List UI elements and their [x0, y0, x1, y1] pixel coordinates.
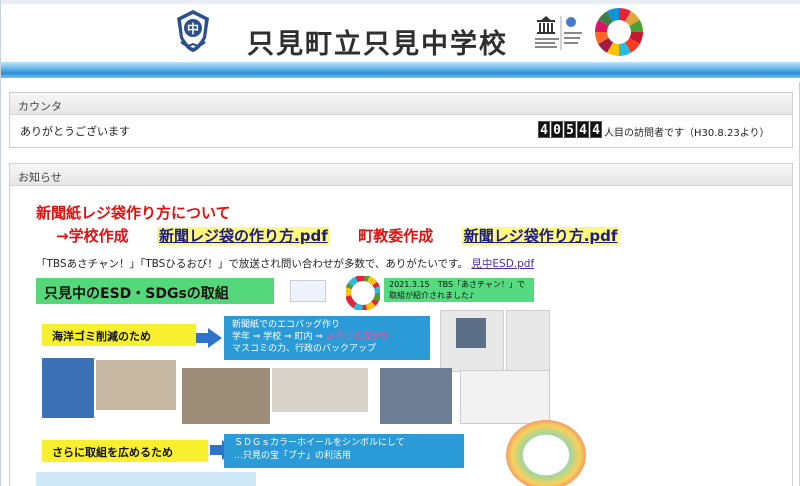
counter-digit: 4 — [577, 121, 589, 138]
school-name: 只見町立只見中学校 — [247, 29, 508, 60]
poster-photo-4 — [380, 368, 452, 424]
unesco-logo-icon — [535, 16, 582, 50]
news-note: 「TBSあさチャン！」「TBSひるおび！」で放送され問い合わせが多数で、ありがた… — [36, 258, 469, 270]
poster-ocean-label: 海洋ゴミ削減のため — [52, 330, 151, 343]
header-banner[interactable]: 中 只見町立只見中学校 — [161, 4, 643, 62]
poster-more-band: さらに取組を広めるため — [42, 440, 208, 462]
esd-pdf-link[interactable]: 見中ESD.pdf — [471, 258, 534, 270]
counter-heading: カウンタ — [10, 93, 792, 115]
page: 中 只見町立只見中学校 カウンタ ありがとうございます 4 0 5 4 4 人目… — [0, 0, 800, 486]
visitor-counter-digits: 4 0 5 4 4 — [538, 121, 603, 138]
counter-thanks: ありがとうございます — [20, 125, 130, 138]
poster-unesco-logo-icon — [290, 280, 326, 302]
poster-photo-1 — [96, 360, 176, 410]
news-panel: お知らせ 新聞紙レジ袋作り方について →学校作成 新聞レジ袋の作り方.pdf 町… — [9, 163, 793, 486]
header-stripe — [1, 62, 800, 78]
poster-ocean-band: 海洋ゴミ削減のため — [42, 324, 196, 346]
eco-line-3: マスコミの力、行政のバックアップ — [232, 344, 377, 354]
visitor-count-suffix: 人目の訪問者です（H30.8.23より） — [604, 128, 770, 139]
counter-body: ありがとうございます 4 0 5 4 4 人目の訪問者です（H30.8.23より… — [10, 115, 792, 147]
counter-digit: 5 — [564, 121, 576, 138]
counter-digit: 4 — [590, 121, 602, 138]
crest-letter: 中 — [187, 21, 199, 36]
sdg-wheel-icon — [595, 7, 643, 57]
wheel-line-2: …只見の宝「ブナ」の利活用 — [234, 451, 352, 461]
poster-mascot-image — [460, 370, 550, 424]
site-header: 中 只見町立只見中学校 — [1, 0, 800, 82]
school-made-label: →学校作成 — [56, 227, 129, 245]
poster-bottom-strip — [36, 472, 256, 486]
wheel-line-1: ＳＤＧｓカラーホイールをシンボルにして — [234, 438, 405, 448]
arrow-right-icon — [196, 328, 222, 348]
board-made-label: 町教委作成 — [358, 227, 434, 245]
news-downloads: →学校作成 新聞レジ袋の作り方.pdf 町教委作成 新聞レジ袋作り方.pdf — [56, 225, 620, 246]
eco-line-2: 学年 ⇒ 学校 ⇒ 町内 ⇒ さらなる広がり — [232, 331, 422, 343]
poster-title-band: 只見中のESD・SDGsの取組 — [36, 278, 274, 304]
board-pdf-link[interactable]: 新聞レジ袋作り方.pdf — [461, 227, 620, 245]
poster-sdg-wheel-icon — [346, 276, 380, 310]
poster-photo-2 — [182, 368, 270, 424]
eco-line-1: 新聞紙でのエコバッグ作り — [232, 320, 341, 330]
eco-highlight: さらなる広がり — [325, 332, 389, 342]
poster-eco-box: 新聞紙でのエコバッグ作り 学年 ⇒ 学校 ⇒ 町内 ⇒ さらなる広がり マスコミ… — [224, 316, 430, 360]
newspaper-photo — [456, 318, 486, 348]
counter-digit: 4 — [538, 121, 550, 138]
poster-badge-image — [506, 420, 586, 486]
news-title: 新聞紙レジ袋作り方について — [36, 204, 231, 222]
news-heading: お知らせ — [10, 164, 792, 186]
newspaper-clip-image-2 — [506, 310, 550, 372]
counter-panel: カウンタ ありがとうございます 4 0 5 4 4 人目の訪問者です（H30.8… — [9, 92, 793, 148]
poster-more-label: さらに取組を広めるため — [52, 446, 173, 459]
esd-sdgs-poster-image[interactable]: 只見中のESD・SDGsの取組 2021.3.15 TBS「あさチャン！」で 取… — [36, 276, 602, 486]
poster-tbs-note: 2021.3.15 TBS「あさチャン！」で 取組が紹介されました♪ — [384, 278, 534, 302]
poster-wheel-box: ＳＤＧｓカラーホイールをシンボルにして …只見の宝「ブナ」の利活用 — [224, 434, 464, 468]
eco-line-2-text: 学年 ⇒ 学校 ⇒ 町内 ⇒ — [232, 332, 323, 342]
school-pdf-link[interactable]: 新聞レジ袋の作り方.pdf — [157, 227, 330, 245]
school-crest-icon: 中 — [177, 10, 209, 52]
poster-photo-3 — [272, 368, 368, 412]
poster-card-image — [42, 358, 94, 418]
news-note-line: 「TBSあさチャン！」「TBSひるおび！」で放送され問い合わせが多数で、ありがた… — [36, 256, 534, 271]
counter-digit: 0 — [551, 121, 563, 138]
poster-title: 只見中のESD・SDGsの取組 — [44, 286, 229, 302]
